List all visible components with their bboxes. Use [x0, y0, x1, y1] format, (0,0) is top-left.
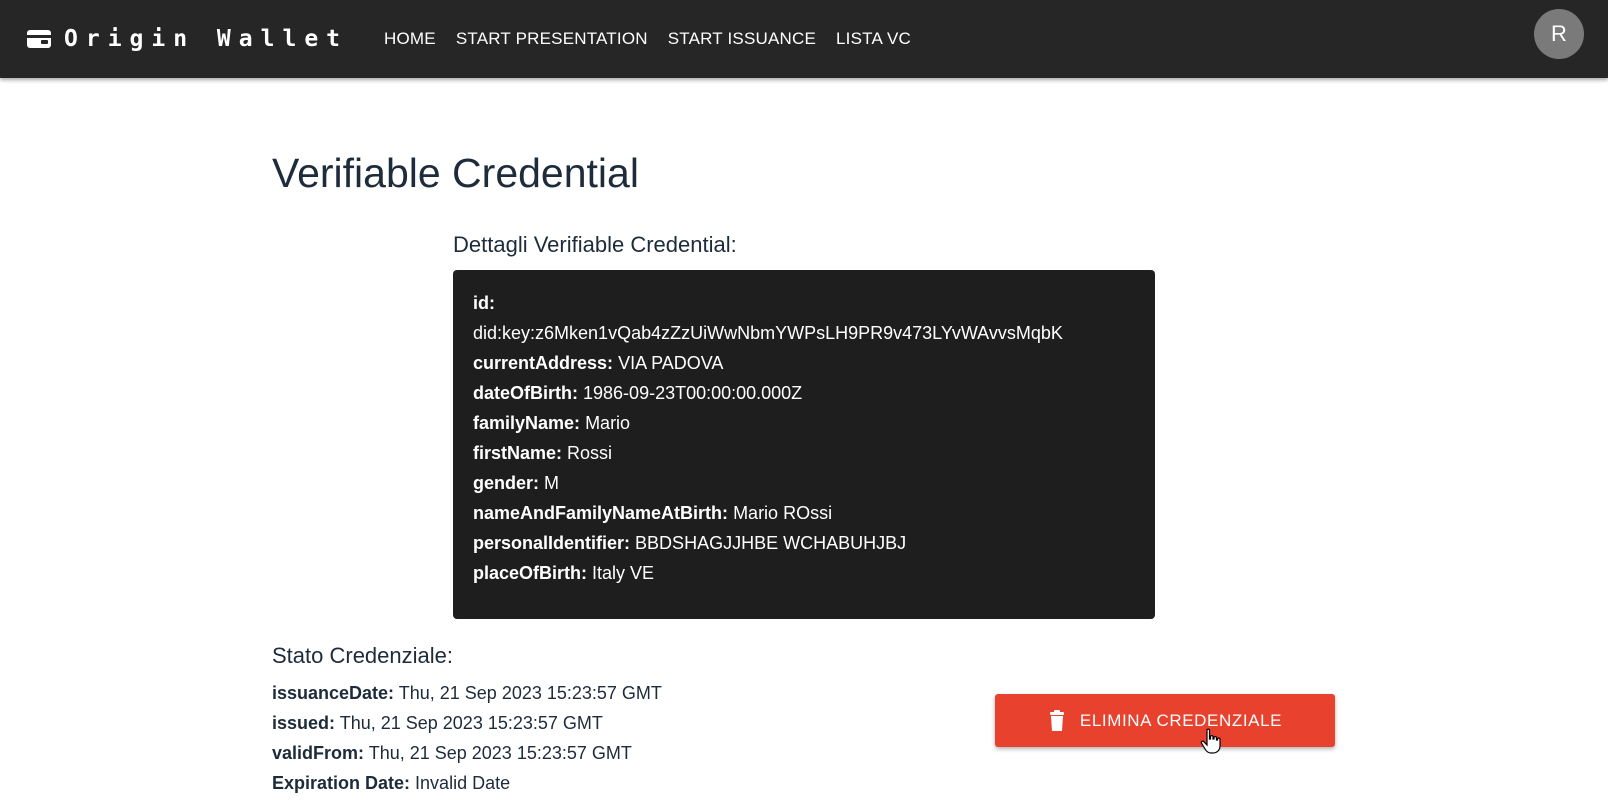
- field-label: familyName:: [473, 413, 581, 433]
- main-nav: HOME START PRESENTATION START ISSUANCE L…: [374, 21, 921, 57]
- field-label: personalIdentifier:: [473, 533, 631, 553]
- nav-lista-vc[interactable]: LISTA VC: [826, 21, 921, 57]
- page-title: Verifiable Credential: [272, 150, 639, 196]
- field-value: BBDSHAGJJHBE WCHABUHJBJ: [635, 533, 907, 553]
- credential-field: familyName: Mario: [473, 408, 1135, 438]
- field-value: M: [544, 473, 560, 493]
- field-label: firstName:: [473, 443, 563, 463]
- app-title: Origin Wallet: [64, 26, 349, 52]
- field-label: issued:: [272, 713, 336, 733]
- credential-id-value: did:key:z6Mken1vQab4zZzUiWwNbmYWPsLH9PR9…: [473, 323, 1063, 343]
- field-label: nameAndFamilyNameAtBirth:: [473, 503, 729, 523]
- status-field: Expiration Date: Invalid Date: [272, 768, 662, 798]
- credential-field: dateOfBirth: 1986-09-23T00:00:00.000Z: [473, 378, 1135, 408]
- field-value: VIA PADOVA: [618, 353, 724, 373]
- field-value: Invalid Date: [415, 773, 511, 793]
- field-value: 1986-09-23T00:00:00.000Z: [583, 383, 803, 403]
- status-list: issuanceDate: Thu, 21 Sep 2023 15:23:57 …: [272, 678, 662, 798]
- status-field: issued: Thu, 21 Sep 2023 15:23:57 GMT: [272, 708, 662, 738]
- credential-field: placeOfBirth: Italy VE: [473, 558, 1135, 588]
- credential-field: firstName: Rossi: [473, 438, 1135, 468]
- hand-cursor-icon: [1200, 728, 1221, 754]
- credential-field: personalIdentifier: BBDSHAGJJHBE WCHABUH…: [473, 528, 1135, 558]
- field-value: Rossi: [567, 443, 613, 463]
- field-value: Mario ROssi: [733, 503, 833, 523]
- nav-start-presentation[interactable]: START PRESENTATION: [446, 21, 658, 57]
- credential-field: nameAndFamilyNameAtBirth: Mario ROssi: [473, 498, 1135, 528]
- field-label: currentAddress:: [473, 353, 614, 373]
- field-value: Thu, 21 Sep 2023 15:23:57 GMT: [339, 713, 603, 733]
- field-label: issuanceDate:: [272, 683, 395, 703]
- wallet-icon: [27, 30, 51, 48]
- field-label: dateOfBirth:: [473, 383, 578, 403]
- details-title: Dettagli Verifiable Credential:: [453, 232, 737, 257]
- avatar[interactable]: R: [1534, 9, 1584, 59]
- status-field: issuanceDate: Thu, 21 Sep 2023 15:23:57 …: [272, 678, 662, 708]
- delete-button-label: ELIMINA CREDENZIALE: [1079, 710, 1283, 730]
- field-label: Expiration Date:: [272, 773, 411, 793]
- field-value: Italy VE: [592, 563, 655, 583]
- credential-id-label: id:: [473, 293, 495, 313]
- nav-start-issuance[interactable]: START ISSUANCE: [658, 21, 826, 57]
- credential-field: currentAddress: VIA PADOVA: [473, 348, 1135, 378]
- status-field: validFrom: Thu, 21 Sep 2023 15:23:57 GMT: [272, 738, 662, 768]
- app-bar: Origin Wallet HOME START PRESENTATION ST…: [0, 0, 1608, 78]
- field-value: Thu, 21 Sep 2023 15:23:57 GMT: [398, 683, 662, 703]
- delete-credential-button[interactable]: ELIMINA CREDENZIALE: [995, 694, 1335, 747]
- field-value: Mario: [585, 413, 631, 433]
- credential-details-card: id: did:key:z6Mken1vQab4zZzUiWwNbmYWPsLH…: [453, 270, 1155, 619]
- field-label: validFrom:: [272, 743, 365, 763]
- brand[interactable]: Origin Wallet: [26, 26, 348, 52]
- field-label: placeOfBirth:: [473, 563, 588, 583]
- nav-home[interactable]: HOME: [374, 21, 446, 57]
- status-title: Stato Credenziale:: [272, 643, 453, 668]
- trash-icon: [1049, 709, 1064, 731]
- credential-field: gender: M: [473, 468, 1135, 498]
- field-value: Thu, 21 Sep 2023 15:23:57 GMT: [368, 743, 632, 763]
- field-label: gender:: [473, 473, 540, 493]
